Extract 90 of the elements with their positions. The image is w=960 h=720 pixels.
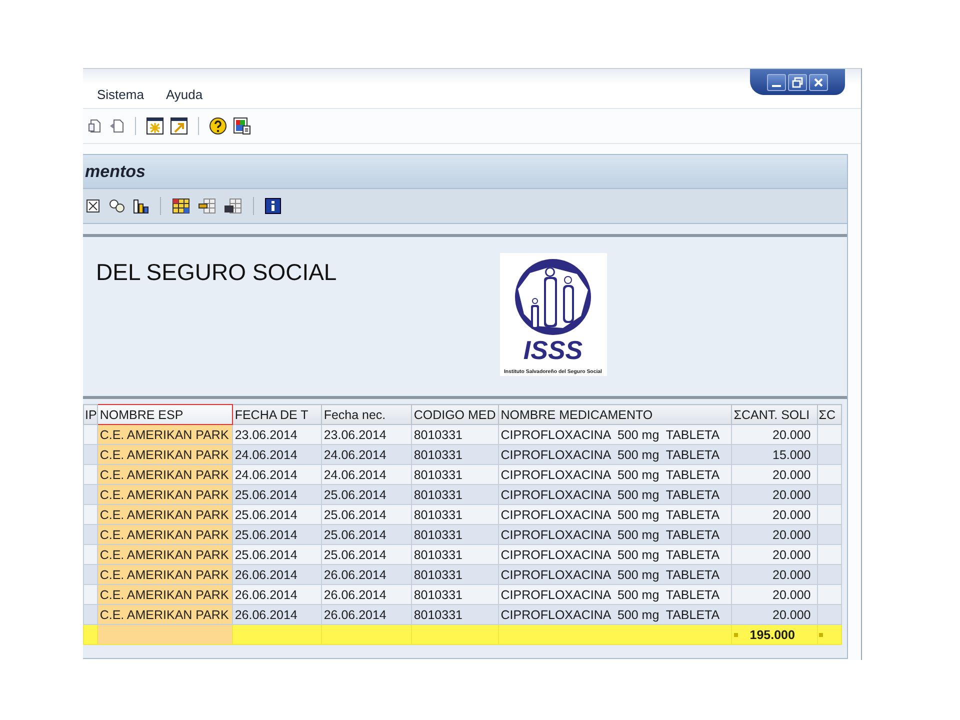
close-button[interactable] [809,74,828,90]
table-cell: 8010331 [411,464,498,484]
close-icon [813,76,824,88]
table-cell: 20.000 [731,464,818,484]
table-cell: 25.06.2014 [232,484,322,504]
report-heading: DEL SEGURO SOCIAL [95,258,337,286]
info-icon[interactable] [264,197,282,215]
table-cell: 26.06.2014 [321,564,412,584]
table-cell: 25.06.2014 [321,504,412,524]
table-cell: CIPROFLOXACINA 500 mg TABLETA [498,424,732,444]
table-cell: 20.000 [731,484,818,504]
logo-letters: ISSS [523,335,583,365]
table-cell: 8010331 [411,584,498,604]
window-icon[interactable] [145,116,165,136]
total-value: 195.000 [750,628,795,642]
table-cell: 20.000 [731,604,818,624]
table-cell: C.E. AMERIKAN PARK [97,464,232,484]
window-icon[interactable] [169,116,189,136]
table-cell: CIPROFLOXACINA 500 mg TABLETA [498,504,732,524]
column-header[interactable]: Fecha nec. [321,404,412,424]
chart-icon[interactable] [132,197,150,215]
table-cell: 26.06.2014 [321,584,412,604]
minimize-icon [772,85,781,87]
restore-icon [792,76,803,88]
table-cell: CIPROFLOXACINA 500 mg TABLETA [498,444,732,464]
document-icon[interactable] [108,117,126,135]
table-cell: 24.06.2014 [321,464,412,484]
table-cell: 8010331 [411,484,498,504]
table-cell: 25.06.2014 [321,524,412,544]
table-cell: CIPROFLOXACINA 500 mg TABLETA [498,564,732,584]
table-cell: 20.000 [731,544,818,564]
table-cell: 20.000 [731,504,818,524]
table-cell: 8010331 [411,564,498,584]
table-cell: CIPROFLOXACINA 500 mg TABLETA [498,604,732,624]
column-header[interactable]: ΣC [817,404,842,424]
menu-item[interactable]: Sistema [97,87,144,102]
table-cell: 24.06.2014 [232,444,322,464]
table-cell: 25.06.2014 [232,504,322,524]
table-cell: 26.06.2014 [321,604,412,624]
table-cell: 25.06.2014 [321,484,412,504]
table-cell: 26.06.2014 [232,564,322,584]
grid-icon[interactable] [223,197,243,215]
table-cell: 8010331 [411,524,498,544]
table-cell: 8010331 [411,544,498,564]
table-cell: C.E. AMERIKAN PARK [97,604,232,624]
table-cell: C.E. AMERIKAN PARK [97,524,232,544]
table-cell: 15.000 [731,444,818,464]
grid-icon[interactable] [171,197,191,215]
column-header[interactable]: IP [84,404,98,424]
minimize-button[interactable] [767,74,786,90]
column-header[interactable]: NOMBRE MEDICAMENTO [498,404,732,424]
table-cell: 20.000 [731,424,818,444]
table-cell: 26.06.2014 [232,604,322,624]
table-cell: 23.06.2014 [232,424,322,444]
table-cell: 24.06.2014 [232,464,322,484]
panel-title: mentos [85,162,146,182]
table-cell: CIPROFLOXACINA 500 mg TABLETA [498,524,732,544]
table-cell: C.E. AMERIKAN PARK [97,544,232,564]
table-cell: 20.000 [731,584,818,604]
table-cell: CIPROFLOXACINA 500 mg TABLETA [498,584,732,604]
menu-item[interactable]: Ayuda [166,87,203,102]
table-cell: 20.000 [731,564,818,584]
table-cell: 8010331 [411,604,498,624]
table-cell: C.E. AMERIKAN PARK [97,424,232,444]
table-cell: C.E. AMERIKAN PARK [97,484,232,504]
table-cell: 23.06.2014 [321,424,412,444]
table-cell: 25.06.2014 [232,544,322,564]
table-cell: 20.000 [731,524,818,544]
column-header[interactable]: CODIGO MED [411,404,498,424]
layout-icon[interactable] [232,116,252,136]
table-cell: CIPROFLOXACINA 500 mg TABLETA [498,464,732,484]
table-cell: 24.06.2014 [321,444,412,464]
table-cell: 25.06.2014 [321,544,412,564]
table-cell: 26.06.2014 [232,584,322,604]
table-cell: 8010331 [411,444,498,464]
table-cell: C.E. AMERIKAN PARK [97,504,232,524]
table-cell: C.E. AMERIKAN PARK [97,584,232,604]
table-cell: C.E. AMERIKAN PARK [97,444,232,464]
table-cell: 25.06.2014 [232,524,322,544]
column-header[interactable]: NOMBRE ESP [97,404,232,424]
column-header[interactable]: ΣCANT. SOLI [731,404,818,424]
restore-button[interactable] [788,74,807,90]
table-cell: CIPROFLOXACINA 500 mg TABLETA [498,484,732,504]
table-cell: 8010331 [411,424,498,444]
table-cell: CIPROFLOXACINA 500 mg TABLETA [498,544,732,564]
help-icon[interactable] [208,116,228,136]
grid-icon[interactable] [197,197,217,215]
table-cell: C.E. AMERIKAN PARK [97,564,232,584]
table-cell: 8010331 [411,504,498,524]
column-header[interactable]: FECHA DE T [232,404,322,424]
